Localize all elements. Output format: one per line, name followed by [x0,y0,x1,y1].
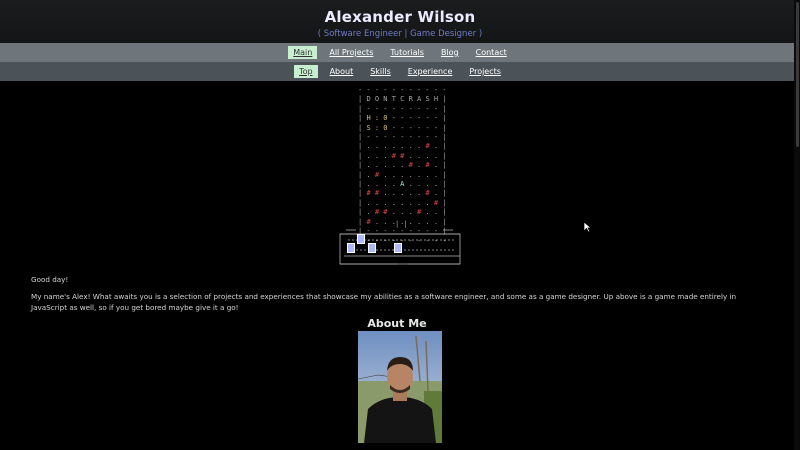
controller-button-up[interactable] [357,234,365,244]
nav-projects[interactable]: Projects [464,65,506,78]
game-hi-score: H : 0 [366,114,388,123]
site-title: Alexander Wilson [324,8,476,26]
greeting-text: Good day! [31,275,69,284]
about-heading: About Me [367,317,427,330]
controller-button-right[interactable] [394,243,402,253]
nav-all-projects[interactable]: All Projects [324,46,378,59]
nav-experience[interactable]: Experience [403,65,458,78]
game-controller [338,228,463,268]
controller-button-down[interactable] [368,243,376,253]
game-title: D O N T C R A S H [366,95,439,104]
site-subtitle: ( Software Engineer | Game Designer ) [317,29,483,39]
mouse-cursor-icon [583,218,592,237]
nav-top[interactable]: Top [294,65,318,78]
nav-about[interactable]: About [325,65,359,78]
nav-tutorials[interactable]: Tutorials [385,46,429,59]
scrollbar-thumb[interactable] [796,2,799,147]
intro-text: My name's Alex! What awaits you is a sel… [31,292,737,312]
profile-photo [358,331,442,443]
nav-skills[interactable]: Skills [365,65,396,78]
game-pipes: | | [395,220,408,228]
site-header: Alexander Wilson ( Software Engineer | G… [0,0,800,43]
section-nav: Top About Skills Experience Projects [0,62,800,81]
main-nav: Main All Projects Tutorials Blog Contact [0,43,800,62]
game-score: S : 0 [366,123,388,132]
controller-button-left[interactable] [347,243,355,253]
nav-contact[interactable]: Contact [471,46,512,59]
page-scrollbar[interactable] [794,0,800,450]
nav-main[interactable]: Main [288,46,318,59]
nav-blog[interactable]: Blog [436,46,464,59]
